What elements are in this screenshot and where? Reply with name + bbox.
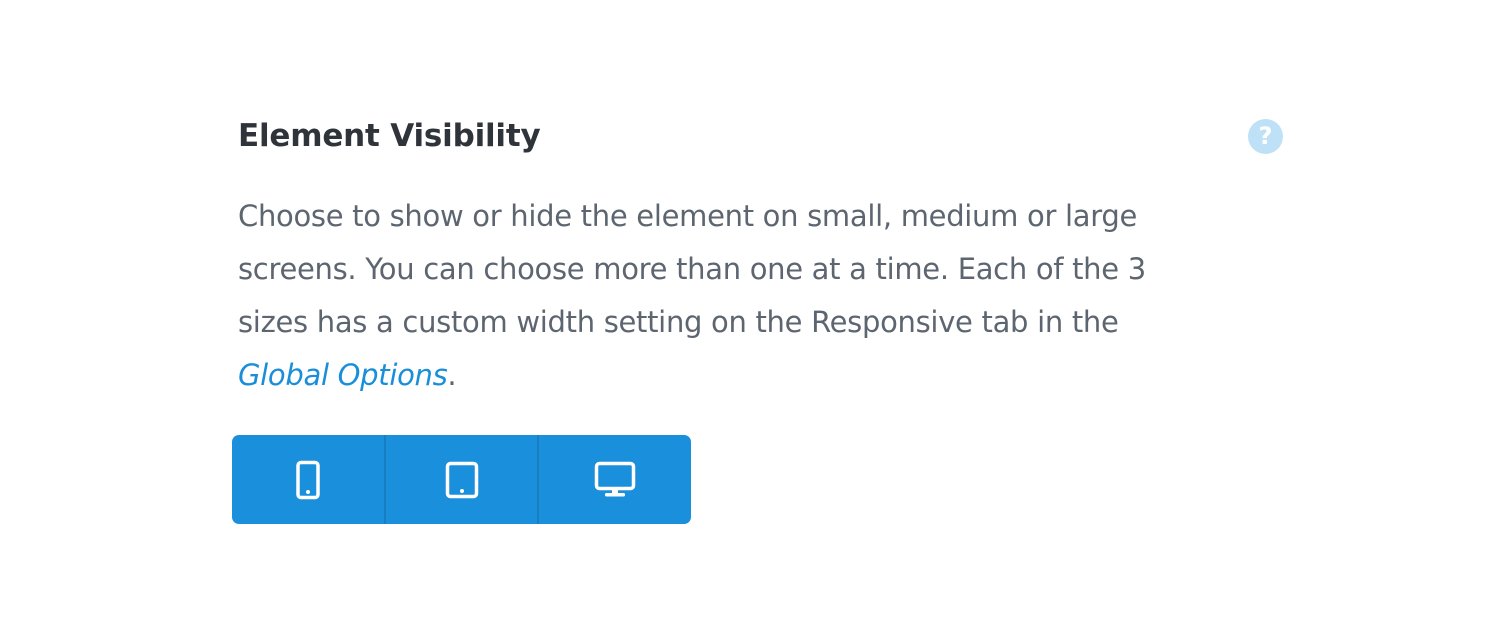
- description: Choose to show or hide the element on sm…: [238, 190, 1238, 402]
- tablet-icon: [445, 461, 478, 498]
- desktop-icon: [594, 461, 636, 496]
- visibility-button-group: [232, 435, 691, 524]
- global-options-link[interactable]: Global Options: [238, 358, 448, 392]
- question-circle-icon[interactable]: ?: [1248, 119, 1283, 154]
- visibility-medium-button[interactable]: [386, 435, 540, 524]
- description-line-1: Choose to show or hide the element on sm…: [238, 199, 1137, 233]
- element-visibility-panel: Element Visibility ? Choose to show or h…: [0, 0, 1500, 627]
- mobile-icon: [296, 460, 320, 499]
- description-line-3: sizes has a custom width setting on the …: [238, 305, 1119, 339]
- section-title: Element Visibility: [238, 118, 541, 154]
- visibility-small-button[interactable]: [232, 435, 386, 524]
- help-glyph: ?: [1258, 122, 1273, 150]
- link-suffix: .: [447, 358, 457, 392]
- description-line-4: Global Options.: [238, 349, 1238, 402]
- description-line-2: screens. You can choose more than one at…: [238, 252, 1146, 286]
- visibility-large-button[interactable]: [539, 435, 691, 524]
